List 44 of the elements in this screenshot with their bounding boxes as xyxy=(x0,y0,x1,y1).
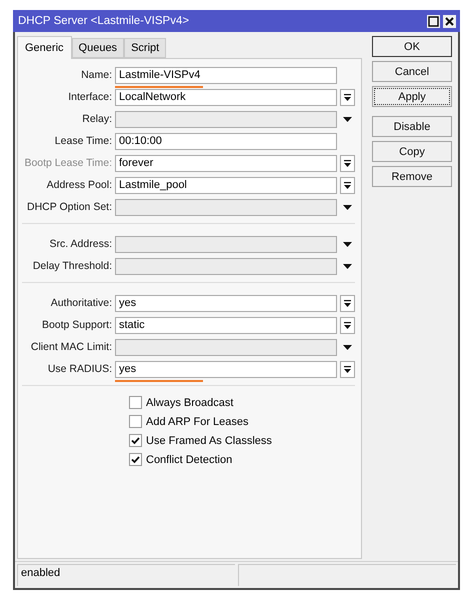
checkbox[interactable] xyxy=(129,396,142,409)
tab[interactable]: Queues xyxy=(72,38,124,58)
tab[interactable]: Script xyxy=(124,38,166,58)
dropdown-field[interactable] xyxy=(115,198,337,216)
dialog-button[interactable]: Remove xyxy=(372,166,452,187)
checkbox-label: Use Framed As Classless xyxy=(146,434,272,446)
status-text: enabled xyxy=(17,564,235,586)
dropdown-field[interactable] xyxy=(115,110,337,128)
window-title: DHCP Server <Lastmile-VISPv4> xyxy=(18,15,190,27)
dropdown-field[interactable]: LocalNetwork xyxy=(115,88,337,106)
checkbox-label: Conflict Detection xyxy=(146,454,232,466)
dialog-button[interactable]: Cancel xyxy=(372,61,452,82)
field-label: Bootp Support: xyxy=(40,319,113,331)
field-label: Address Pool: xyxy=(46,179,113,191)
dialog-button[interactable]: Apply xyxy=(372,86,452,107)
field-label: Name: xyxy=(80,69,113,81)
maximize-icon[interactable] xyxy=(427,14,440,28)
checkbox[interactable] xyxy=(129,434,142,447)
checkbox-label: Add ARP For Leases xyxy=(146,416,249,428)
dialog-button[interactable]: Disable xyxy=(372,116,452,137)
input-field[interactable]: 00:10:00 xyxy=(115,132,337,150)
checkbox-label: Always Broadcast xyxy=(146,396,234,408)
dropdown-field[interactable] xyxy=(115,338,337,356)
dropdown-field[interactable]: static xyxy=(115,316,337,334)
checkbox[interactable] xyxy=(129,415,142,428)
field-label: Interface: xyxy=(67,91,113,103)
field-label: Src. Address: xyxy=(48,238,113,250)
dialog-button[interactable]: OK xyxy=(372,36,452,57)
checkbox[interactable] xyxy=(129,453,142,466)
dropdown-field[interactable]: yes xyxy=(115,294,337,312)
field-label: DHCP Option Set: xyxy=(26,201,113,213)
dropdown-field[interactable] xyxy=(115,236,337,252)
tab[interactable]: Generic xyxy=(17,36,72,59)
field-label: Delay Threshold: xyxy=(32,260,113,272)
field-label: Use RADIUS: xyxy=(46,363,113,375)
field-label: Client MAC Limit: xyxy=(30,341,113,353)
field-label: Bootp Lease Time: xyxy=(23,157,113,169)
field-label: Authoritative: xyxy=(50,297,113,309)
field-label: Relay: xyxy=(81,113,113,125)
dialog-button[interactable]: Copy xyxy=(372,141,452,162)
dropdown-field[interactable]: Lastmile_pool xyxy=(115,176,337,194)
close-icon[interactable] xyxy=(443,14,456,28)
field-label: Lease Time: xyxy=(54,135,113,147)
dropdown-field[interactable] xyxy=(115,258,337,274)
